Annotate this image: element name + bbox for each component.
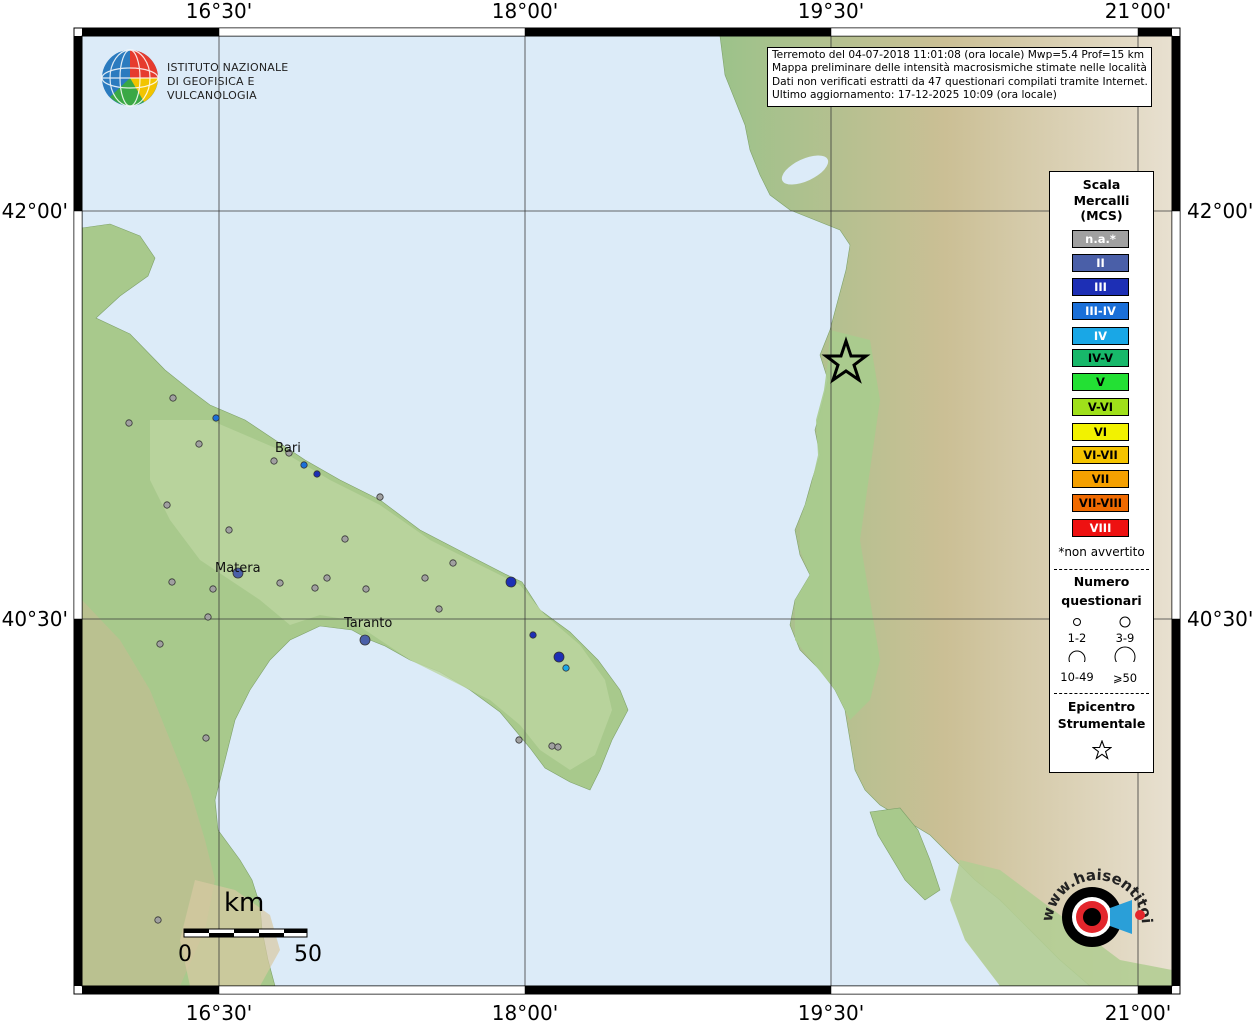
point-na[interactable] bbox=[225, 526, 233, 534]
event-info-line4: Ultimo aggiornamento: 17-12-2025 10:09 (… bbox=[772, 89, 1057, 102]
mcs-item-vii-viii: VII-VIII bbox=[1072, 494, 1129, 512]
lon-tick-top-2: 19°30' bbox=[798, 0, 864, 23]
hsit-logo: www.haisentitoilterremoto.it bbox=[1024, 836, 1162, 980]
mcs-item-vii: VII bbox=[1072, 470, 1129, 488]
point-iii[interactable] bbox=[529, 631, 537, 639]
lon-tick-bottom-1: 18°00' bbox=[492, 1001, 558, 1024]
point-ii[interactable] bbox=[359, 634, 371, 646]
mcs-item-viii: VIII bbox=[1072, 519, 1129, 537]
legend-divider-2 bbox=[1054, 693, 1149, 694]
legend-count-title-line2: questionari bbox=[1061, 593, 1142, 608]
point-na[interactable] bbox=[154, 916, 162, 924]
ingv-name-line1: ISTITUTO NAZIONALE bbox=[167, 61, 289, 74]
size-circle-3-9 bbox=[1119, 616, 1131, 628]
legend-panel: Scala Mercalli (MCS) n.a.* II III III-IV… bbox=[1049, 171, 1154, 773]
point-na[interactable] bbox=[554, 743, 562, 751]
event-info-line3: Dati non verificati estratti da 47 quest… bbox=[772, 75, 1148, 88]
event-info-line1: Terremoto del 04-07-2018 11:01:08 (ora l… bbox=[772, 49, 1145, 61]
lon-tick-top-3: 21°00' bbox=[1105, 0, 1171, 23]
lon-tick-bottom-0: 16°30' bbox=[186, 1001, 252, 1024]
mcs-item-v-vi: V-VI bbox=[1072, 398, 1129, 416]
legend-note: *non avvertito bbox=[1058, 545, 1145, 559]
event-info-line2: Mappa preliminare delle intensità macros… bbox=[772, 62, 1147, 75]
legend-epi-title-line1: Epicentro bbox=[1067, 699, 1136, 714]
lon-tick-bottom-2: 19°30' bbox=[798, 1001, 864, 1024]
point-na[interactable] bbox=[323, 574, 331, 582]
lat-tick-right-1: 40°30' bbox=[1187, 607, 1253, 631]
size-label-1-2: 1-2 bbox=[1067, 631, 1087, 645]
point-na[interactable] bbox=[204, 613, 212, 621]
size-circle-10-49 bbox=[1068, 650, 1086, 662]
point-na[interactable] bbox=[515, 736, 523, 744]
point-na[interactable] bbox=[202, 734, 210, 742]
legend-title-line3: (MCS) bbox=[1080, 208, 1123, 223]
point-na[interactable] bbox=[156, 640, 164, 648]
point-na[interactable] bbox=[341, 535, 349, 543]
legend-title-line1: Scala bbox=[1082, 177, 1121, 192]
lat-tick-left-1: 40°30' bbox=[2, 607, 68, 631]
point-na[interactable] bbox=[163, 501, 171, 509]
point-na[interactable] bbox=[449, 559, 457, 567]
point-na[interactable] bbox=[421, 574, 429, 582]
legend-count-title: Numero questionari bbox=[1050, 572, 1153, 610]
legend-star-icon bbox=[1092, 740, 1112, 760]
mcs-item-na: n.a.* bbox=[1072, 230, 1129, 248]
lon-tick-top-1: 18°00' bbox=[492, 0, 558, 23]
legend-epi-title-line2: Strumentale bbox=[1057, 716, 1146, 731]
ingv-logo: ISTITUTO NAZIONALE DI GEOFISICA E VULCAN… bbox=[100, 47, 320, 109]
point-iii[interactable] bbox=[313, 470, 321, 478]
city-label-bari: Bari bbox=[275, 441, 301, 456]
point-na[interactable] bbox=[125, 419, 133, 427]
size-circle-1-2 bbox=[1073, 618, 1081, 626]
point-na[interactable] bbox=[169, 394, 177, 402]
mcs-item-vi-vii: VI-VII bbox=[1072, 446, 1129, 464]
city-label-matera: Matera bbox=[215, 561, 261, 576]
lon-tick-top-0: 16°30' bbox=[186, 0, 252, 23]
legend-title: Scala Mercalli (MCS) bbox=[1050, 177, 1153, 224]
mcs-item-vi: VI bbox=[1072, 423, 1129, 441]
point-iv[interactable] bbox=[562, 664, 570, 672]
lon-tick-bottom-3: 21°00' bbox=[1105, 1001, 1171, 1024]
ingv-name-line2: DI GEOFISICA E VULCANOLOGIA bbox=[167, 75, 257, 102]
city-label-taranto: Taranto bbox=[343, 616, 392, 631]
point-na[interactable] bbox=[435, 605, 443, 613]
mcs-item-ii: II bbox=[1072, 254, 1129, 272]
point-na[interactable] bbox=[311, 584, 319, 592]
hsit-target-icon: www.haisentitoilterremoto.it bbox=[1024, 836, 1156, 947]
mcs-item-iii-iv: III-IV bbox=[1072, 302, 1129, 320]
ingv-globe-icon bbox=[101, 49, 159, 107]
point-na[interactable] bbox=[168, 578, 176, 586]
legend-title-line2: Mercalli bbox=[1073, 192, 1130, 208]
point-na[interactable] bbox=[270, 457, 278, 465]
point-na[interactable] bbox=[209, 585, 217, 593]
point-na[interactable] bbox=[362, 585, 370, 593]
mcs-item-iv-v: IV-V bbox=[1072, 349, 1129, 367]
point-na[interactable] bbox=[376, 493, 384, 501]
legend-divider bbox=[1054, 569, 1149, 570]
legend-epi-title: Epicentro Strumentale bbox=[1050, 698, 1153, 732]
point-iii-iv[interactable] bbox=[212, 414, 220, 422]
size-label-3-9: 3-9 bbox=[1115, 631, 1135, 645]
event-info-box: Terremoto del 04-07-2018 11:01:08 (ora l… bbox=[767, 47, 1152, 107]
mcs-item-iii: III bbox=[1072, 278, 1129, 296]
mcs-item-iv: IV bbox=[1072, 327, 1129, 345]
point-na[interactable] bbox=[195, 440, 203, 448]
point-iii-iv[interactable] bbox=[300, 461, 308, 469]
scale-unit-label: km bbox=[224, 888, 265, 918]
legend-count-title-line1: Numero bbox=[1073, 574, 1130, 589]
scale-bar bbox=[183, 928, 308, 938]
point-na[interactable] bbox=[548, 742, 556, 750]
point-na[interactable] bbox=[276, 579, 284, 587]
point-iii[interactable] bbox=[553, 651, 565, 663]
lat-tick-left-0: 42°00' bbox=[2, 199, 68, 223]
lat-tick-right-0: 42°00' bbox=[1187, 199, 1253, 223]
mcs-item-v: V bbox=[1072, 373, 1129, 391]
point-iii[interactable] bbox=[505, 576, 517, 588]
size-label-50: ⩾50 bbox=[1112, 671, 1138, 685]
size-circle-50 bbox=[1114, 646, 1136, 662]
scale-end-label: 50 bbox=[294, 942, 322, 967]
scale-start-label: 0 bbox=[178, 942, 192, 967]
size-label-10-49: 10-49 bbox=[1060, 670, 1094, 684]
